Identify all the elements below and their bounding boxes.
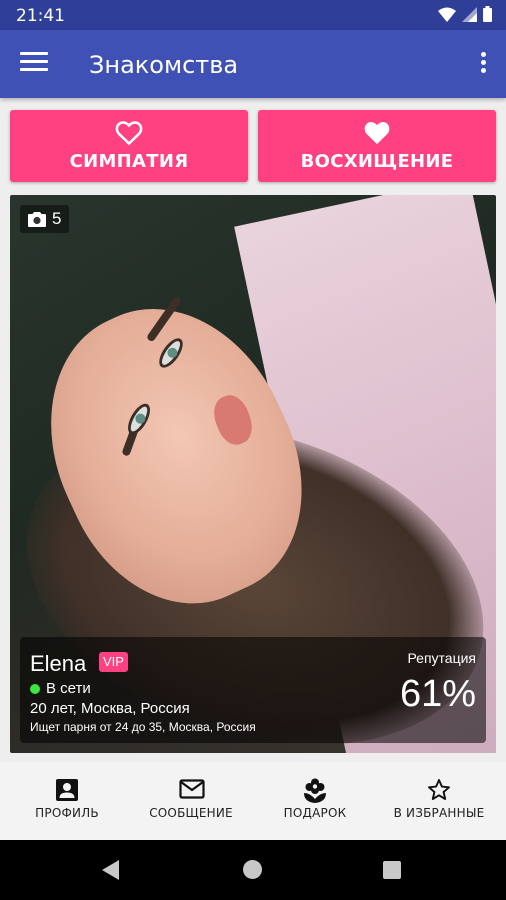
star-outline-icon (428, 779, 450, 800)
page-title: Знакомства (89, 51, 239, 79)
flower-gift-icon (304, 778, 326, 803)
vip-badge: VIP (99, 652, 128, 672)
status-bar: 21:41 (0, 0, 506, 30)
nav-message[interactable]: СООБЩЕНИЕ (124, 762, 258, 840)
recent-apps-icon[interactable] (383, 861, 401, 879)
online-status-text: В сети (46, 680, 91, 697)
nav-favorites-label: В ИЗБРАННЫЕ (393, 806, 485, 820)
back-icon[interactable] (102, 860, 119, 880)
sympathy-button[interactable]: СИМПАТИЯ (10, 110, 248, 182)
mail-icon (179, 779, 205, 799)
menu-icon[interactable] (20, 52, 48, 76)
app-bar: Знакомства (0, 30, 506, 98)
nav-favorites[interactable]: В ИЗБРАННЫЕ (372, 762, 506, 840)
nav-message-label: СООБЩЕНИЕ (149, 806, 233, 820)
profile-icon (56, 779, 78, 801)
online-status: В сети (30, 680, 91, 697)
online-dot-icon (30, 683, 40, 694)
wifi-icon (438, 7, 456, 22)
reputation-value: 61% (399, 673, 476, 715)
heart-outline-icon (115, 121, 143, 146)
profile-name: Elena (30, 651, 87, 676)
battery-icon (483, 6, 492, 22)
nav-profile-label: ПРОФИЛЬ (35, 806, 99, 820)
nav-profile[interactable]: ПРОФИЛЬ (0, 762, 134, 840)
admiration-label: ВОСХИЩЕНИЕ (300, 151, 454, 172)
photo-count: 5 (52, 209, 62, 228)
bottom-nav: ПРОФИЛЬ СООБЩЕНИЕ ПОДАРОК В ИЗБРАННЫЕ (0, 762, 506, 840)
reputation-label: Репутация (407, 650, 476, 666)
profile-seeking: Ищет парня от 24 до 35, Москва, Россия (30, 720, 256, 734)
nav-gift-label: ПОДАРОК (283, 806, 347, 820)
heart-filled-icon (364, 122, 390, 145)
status-icons (438, 6, 492, 22)
profile-details: 20 лет, Москва, Россия (30, 700, 190, 717)
profile-info-panel: Elena VIP В сети 20 лет, Москва, Россия … (20, 637, 486, 743)
more-options-icon[interactable] (478, 52, 488, 78)
nav-gift[interactable]: ПОДАРОК (248, 762, 382, 840)
profile-photo[interactable]: 5 Elena VIP В сети 20 лет, Москва, Росси… (10, 195, 496, 753)
status-time: 21:41 (16, 6, 65, 26)
admiration-button[interactable]: ВОСХИЩЕНИЕ (258, 110, 496, 182)
home-icon[interactable] (243, 860, 262, 879)
photo-count-badge: 5 (20, 205, 70, 233)
signal-icon (462, 6, 477, 22)
system-nav-bar (0, 840, 506, 900)
sympathy-label: СИМПАТИЯ (69, 151, 189, 172)
camera-icon (28, 212, 46, 227)
